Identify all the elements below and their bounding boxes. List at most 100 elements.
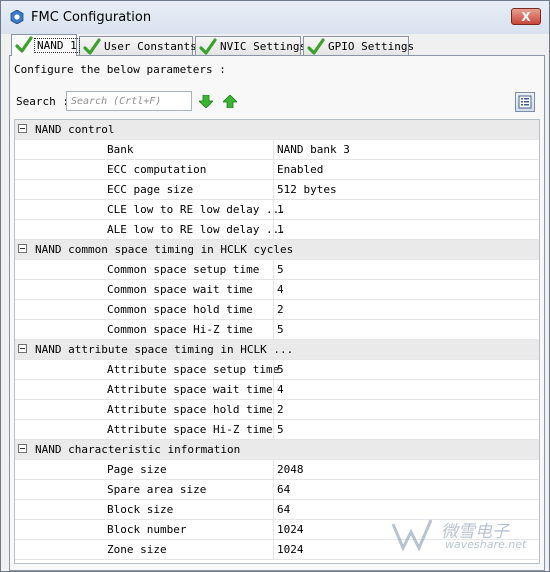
waveshare-logo-icon xyxy=(391,519,433,552)
parameter-value[interactable]: Enabled xyxy=(277,160,323,179)
column-divider xyxy=(273,360,274,379)
parameter-value[interactable]: 2048 xyxy=(277,460,304,479)
parameter-value[interactable]: 5 xyxy=(277,360,284,379)
parameter-value[interactable]: 5 xyxy=(277,420,284,439)
instructions-text: Configure the below parameters : xyxy=(14,63,226,76)
parameter-name: CLE low to RE low delay ... xyxy=(107,203,286,216)
group-name: NAND common space timing in HCLK cycles xyxy=(35,243,294,256)
column-divider xyxy=(273,180,274,199)
parameter-row[interactable]: Page size 2048 xyxy=(15,460,539,480)
tab-nand-1[interactable]: NAND 1 xyxy=(11,34,80,56)
parameter-name: ECC computation xyxy=(107,163,207,176)
parameter-row[interactable]: Attribute space hold time 2 xyxy=(15,400,539,420)
parameter-value[interactable]: 4 xyxy=(277,280,284,299)
parameter-value[interactable]: 2 xyxy=(277,400,284,419)
parameter-value[interactable]: NAND bank 3 xyxy=(277,140,350,159)
group-name: NAND attribute space timing in HCLK ... xyxy=(35,343,294,356)
parameter-value[interactable]: 64 xyxy=(277,480,290,499)
group-name: NAND characteristic information xyxy=(35,443,241,456)
window-title: FMC Configuration xyxy=(31,10,152,25)
arrow-down-icon[interactable] xyxy=(199,95,213,108)
column-divider xyxy=(273,200,274,219)
group-row[interactable]: NAND attribute space timing in HCLK ... xyxy=(15,340,539,360)
parameter-name: Zone size xyxy=(107,543,167,556)
column-divider xyxy=(273,280,274,299)
parameter-row[interactable]: Attribute space wait time 4 xyxy=(15,380,539,400)
parameter-row[interactable]: ECC computation Enabled xyxy=(15,160,539,180)
parameter-row[interactable]: Common space Hi-Z time 5 xyxy=(15,320,539,340)
tab-content-panel: Configure the below parameters : Search … xyxy=(9,55,545,571)
search-label: Search : xyxy=(16,95,69,108)
parameter-value[interactable]: 2 xyxy=(277,300,284,319)
green-check-icon xyxy=(15,36,33,53)
group-row[interactable]: NAND characteristic information xyxy=(15,440,539,460)
parameter-row[interactable]: Common space wait time 4 xyxy=(15,280,539,300)
group-row[interactable]: NAND control xyxy=(15,120,539,140)
title-bar: FMC Configuration X xyxy=(1,1,549,34)
column-divider xyxy=(273,500,274,519)
column-divider xyxy=(273,140,274,159)
search-input[interactable] xyxy=(66,91,192,111)
parameter-value[interactable]: 4 xyxy=(277,380,284,399)
parameter-name: Common space hold time xyxy=(107,303,253,316)
tab-nvic-settings[interactable]: NVIC Settings xyxy=(195,36,306,55)
column-divider xyxy=(273,480,274,499)
column-divider xyxy=(273,160,274,179)
parameter-name: ALE low to RE low delay ... xyxy=(107,223,286,236)
parameter-name: Bank xyxy=(107,143,134,156)
list-view-icon xyxy=(518,95,532,109)
collapse-minus-icon[interactable] xyxy=(18,444,27,453)
group-row[interactable]: NAND common space timing in HCLK cycles xyxy=(15,240,539,260)
group-name: NAND control xyxy=(35,123,115,136)
parameter-row[interactable]: Spare area size 64 xyxy=(15,480,539,500)
tab-user-constants[interactable]: User Constants xyxy=(79,36,197,55)
parameter-value[interactable]: 1024 xyxy=(277,540,304,559)
parameter-name: Attribute space Hi-Z time xyxy=(107,423,273,436)
parameter-name: Spare area size xyxy=(107,483,207,496)
tab-gpio-settings[interactable]: GPIO Settings xyxy=(303,36,414,55)
column-divider xyxy=(273,420,274,439)
parameter-row[interactable]: ALE low to RE low delay ... 1 xyxy=(15,220,539,240)
parameter-name: Page size xyxy=(107,463,167,476)
parameter-value[interactable]: 1 xyxy=(277,220,284,239)
tab-label: NVIC Settings xyxy=(220,40,307,53)
parameter-name: ECC page size xyxy=(107,183,194,196)
collapse-minus-icon[interactable] xyxy=(18,244,27,253)
parameter-value[interactable]: 5 xyxy=(277,260,284,279)
parameter-name: Block number xyxy=(107,523,187,536)
column-divider xyxy=(273,220,274,239)
parameter-value[interactable]: 1024 xyxy=(277,520,304,539)
collapse-minus-icon[interactable] xyxy=(18,344,27,353)
column-divider xyxy=(273,460,274,479)
parameter-value[interactable]: 5 xyxy=(277,320,284,339)
tab-label: User Constants xyxy=(104,40,197,53)
parameter-row[interactable]: Common space hold time 2 xyxy=(15,300,539,320)
parameter-row[interactable]: CLE low to RE low delay ... 1 xyxy=(15,200,539,220)
column-divider xyxy=(273,260,274,279)
parameter-row[interactable]: Bank NAND bank 3 xyxy=(15,140,539,160)
parameter-row[interactable]: ECC page size 512 bytes xyxy=(15,180,539,200)
arrow-up-icon[interactable] xyxy=(223,95,237,108)
parameter-value[interactable]: 512 bytes xyxy=(277,180,337,199)
parameter-name: Common space Hi-Z time xyxy=(107,323,253,336)
parameter-value[interactable]: 64 xyxy=(277,500,290,519)
collapse-minus-icon[interactable] xyxy=(18,124,27,133)
parameter-row[interactable]: Attribute space Hi-Z time 5 xyxy=(15,420,539,440)
fmc-configuration-window: FMC Configuration X NAND 1 User Constant… xyxy=(0,0,550,572)
column-divider xyxy=(273,320,274,339)
parameter-name: Attribute space wait time xyxy=(107,383,273,396)
parameter-row[interactable]: Common space setup time 5 xyxy=(15,260,539,280)
tab-bar: NAND 1 User Constants NVIC Settings GPIO… xyxy=(9,34,545,56)
parameter-name: Attribute space setup time xyxy=(107,363,280,376)
list-view-button[interactable] xyxy=(515,92,535,112)
watermark-subtext: waveshare.net xyxy=(445,538,527,551)
tab-label: NAND 1 xyxy=(34,38,80,53)
close-button[interactable]: X xyxy=(511,8,541,25)
parameter-value[interactable]: 1 xyxy=(277,200,284,219)
parameter-row[interactable]: Attribute space setup time 5 xyxy=(15,360,539,380)
parameter-name: Block size xyxy=(107,503,174,516)
tab-label: GPIO Settings xyxy=(328,40,415,53)
column-divider xyxy=(273,540,274,559)
green-check-icon xyxy=(307,38,325,55)
green-check-icon xyxy=(83,38,101,55)
